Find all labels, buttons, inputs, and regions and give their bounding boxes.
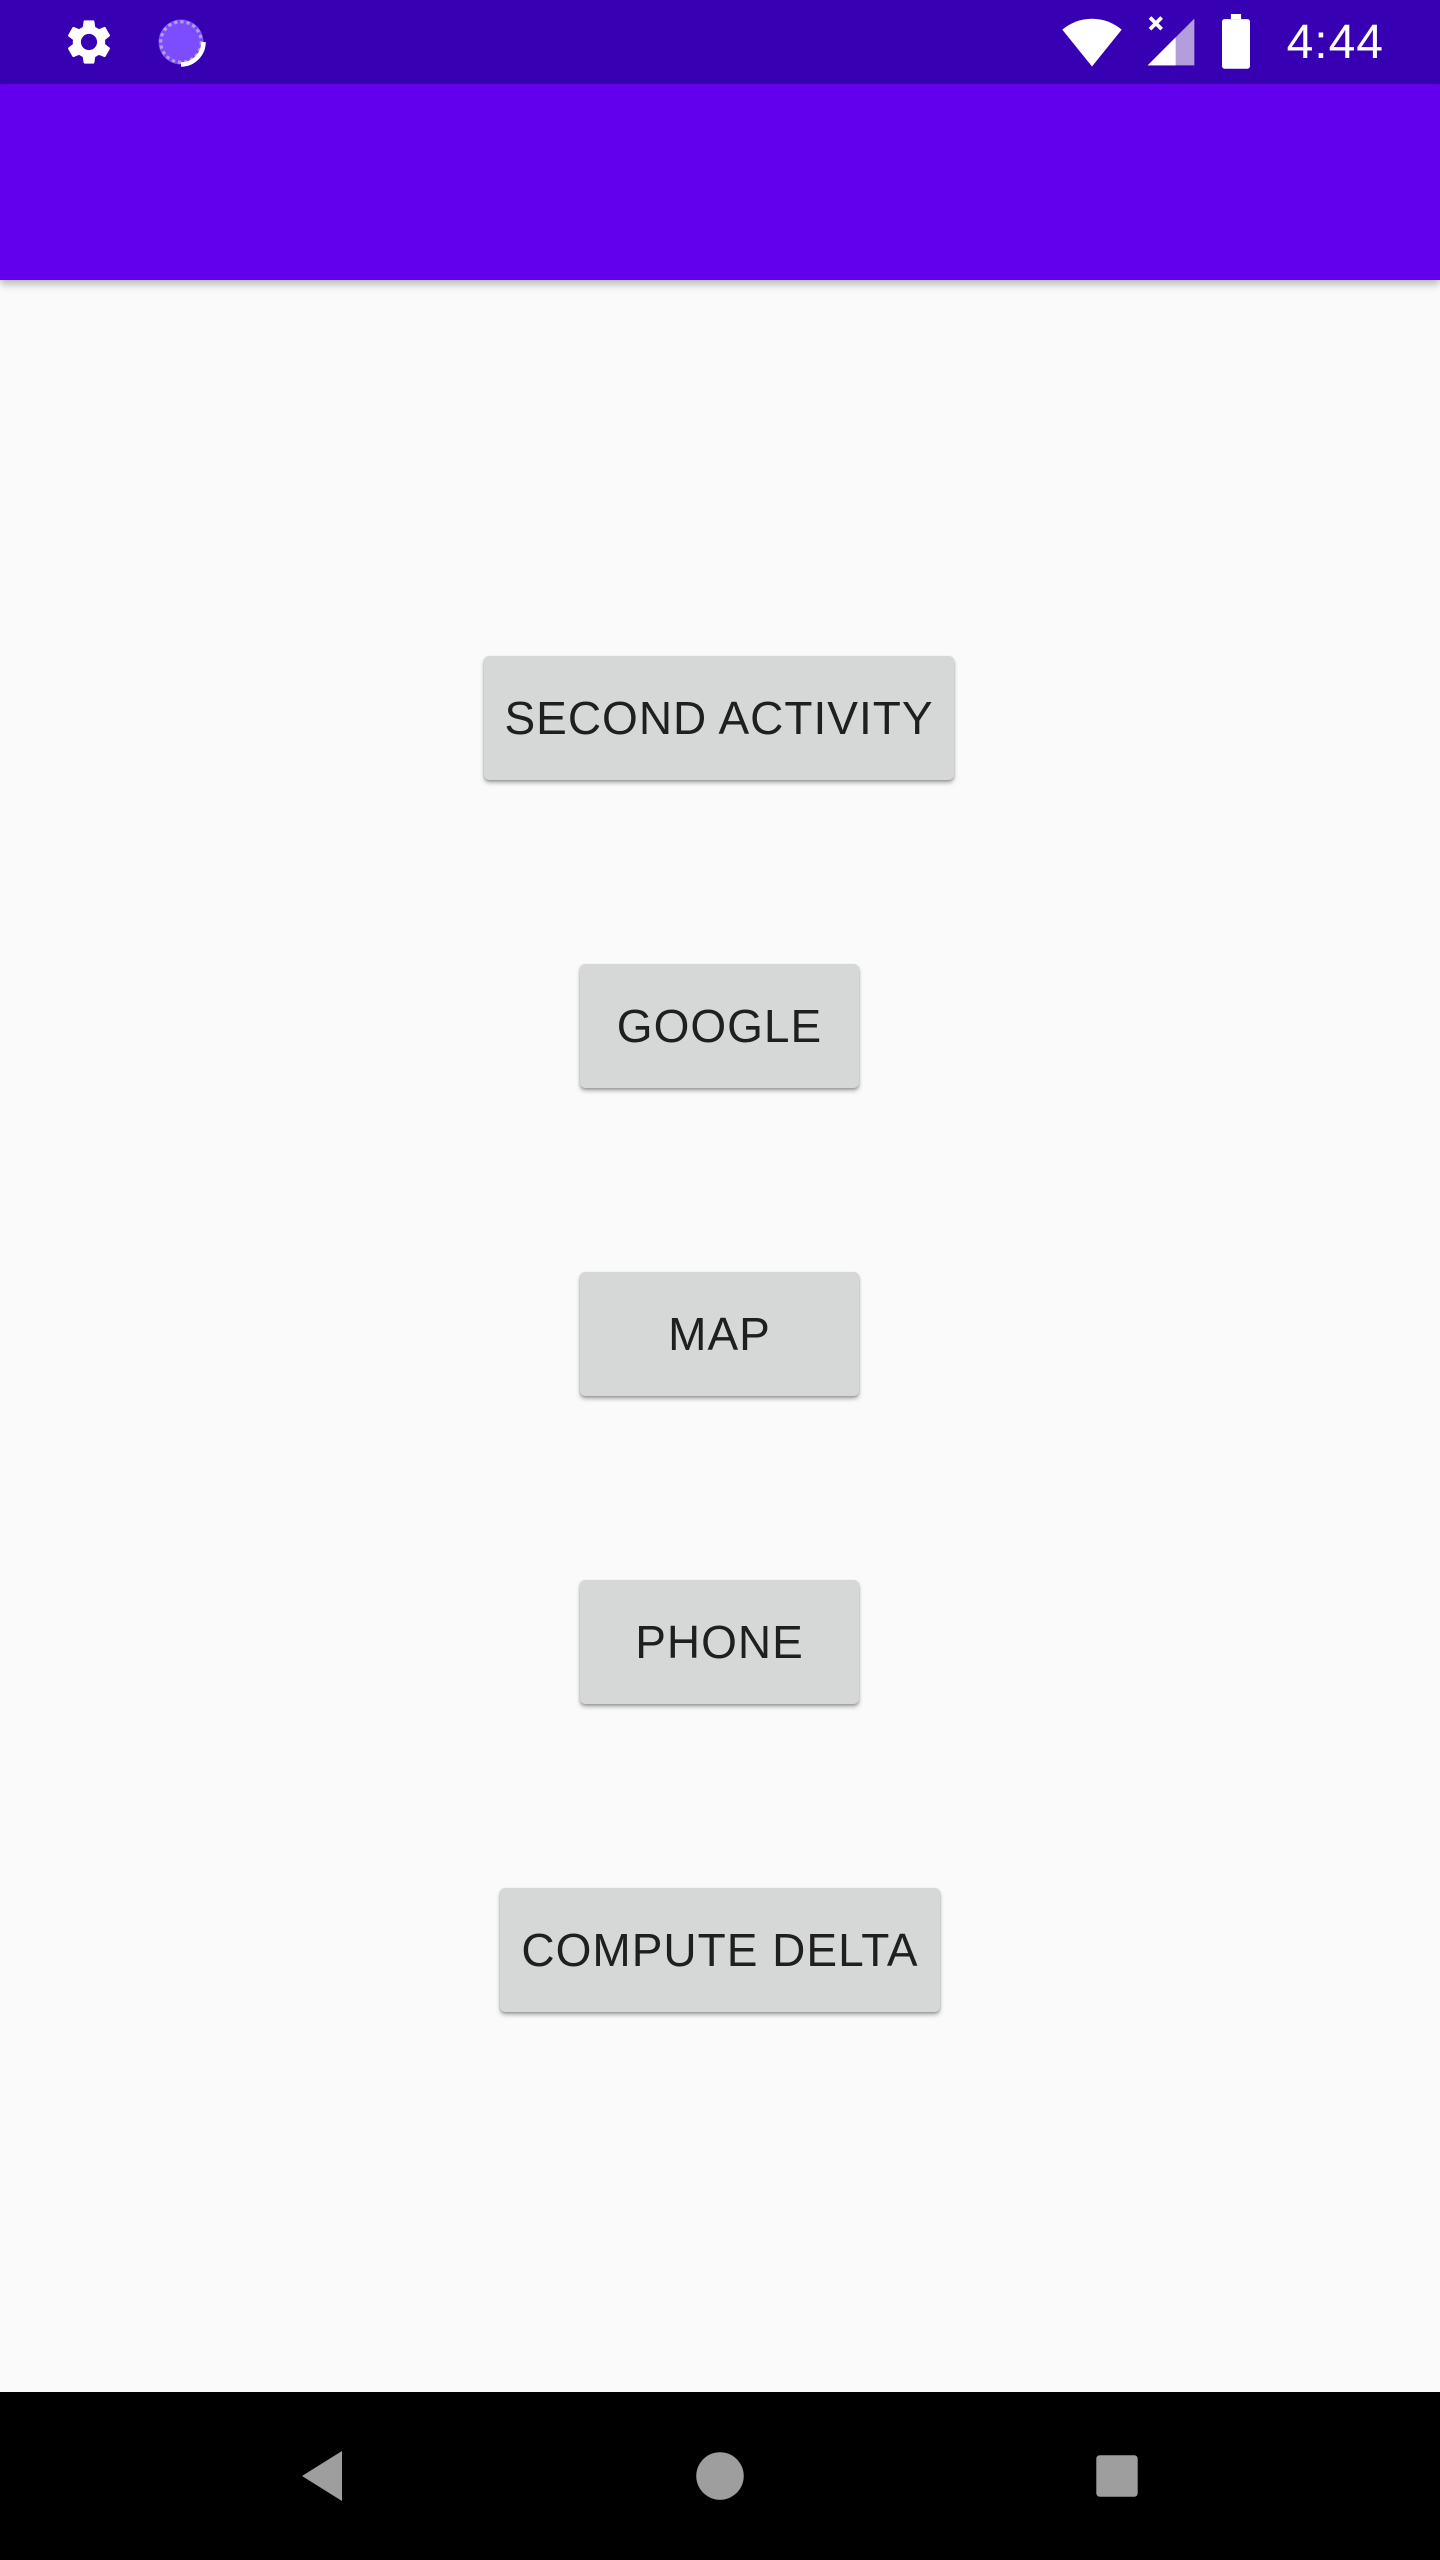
nav-back-button[interactable] <box>272 2426 372 2526</box>
navigation-bar <box>0 2392 1440 2560</box>
status-right-icons: 4:44 <box>1061 10 1384 74</box>
phone-button[interactable]: PHONE <box>580 1580 859 1704</box>
status-clock: 4:44 <box>1286 15 1384 69</box>
back-icon <box>302 2451 342 2501</box>
recents-icon <box>1096 2455 1138 2497</box>
home-icon <box>696 2452 744 2500</box>
wifi-icon <box>1061 18 1122 67</box>
gear-icon <box>67 20 111 64</box>
app-bar <box>0 84 1440 280</box>
map-button[interactable]: MAP <box>580 1272 859 1396</box>
status-left-icons <box>62 14 208 70</box>
main-content: SECOND ACTIVITY GOOGLE MAP PHONE COMPUTE… <box>0 280 1440 2392</box>
second-activity-button[interactable]: SECOND ACTIVITY <box>484 656 954 780</box>
google-button[interactable]: GOOGLE <box>580 964 859 1088</box>
compute-delta-button[interactable]: COMPUTE DELTA <box>500 1888 940 2012</box>
sync-icon <box>158 19 206 67</box>
nav-home-button[interactable] <box>670 2426 770 2526</box>
battery-icon <box>1221 14 1250 69</box>
nav-recents-button[interactable] <box>1067 2426 1167 2526</box>
signal-icon <box>1147 16 1194 66</box>
status-bar: 4:44 <box>0 0 1440 84</box>
